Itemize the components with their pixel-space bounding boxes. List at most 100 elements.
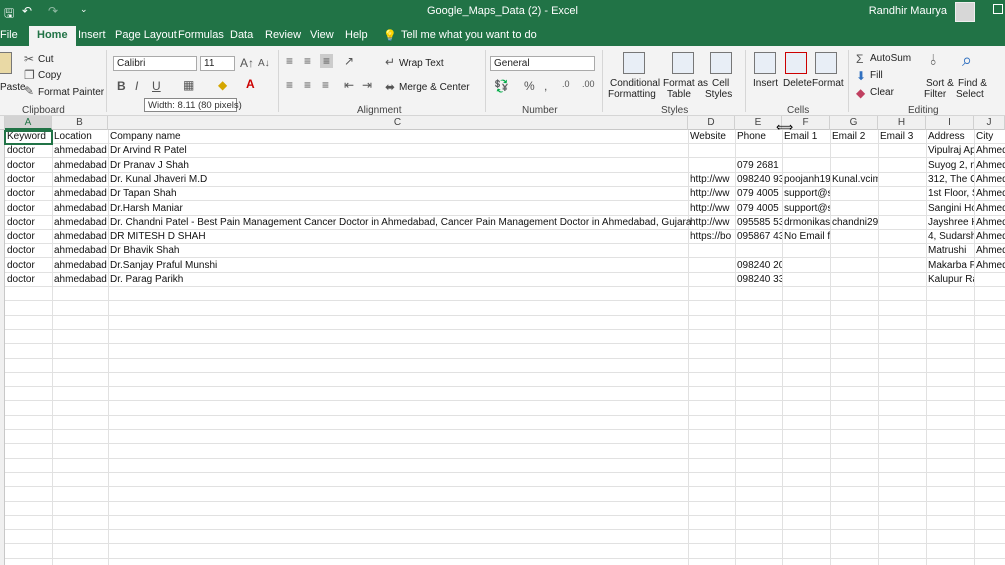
cell-location[interactable]: ahmedabad	[52, 273, 108, 287]
cell-keyword[interactable]: doctor	[5, 159, 52, 173]
font-color-icon[interactable]: A	[246, 77, 255, 91]
cell-email3[interactable]: Email 3	[878, 130, 926, 144]
cell-email2[interactable]	[830, 273, 878, 287]
currency-icon[interactable]: 💱	[494, 79, 509, 93]
font-name-select[interactable]: Calibri	[113, 56, 197, 71]
column-header-a[interactable]: A	[5, 116, 52, 130]
user-name[interactable]: Randhir Maurya	[869, 5, 947, 17]
cell-phone[interactable]: 095585 53	[735, 216, 782, 230]
format-as-table-button[interactable]: Format as	[663, 78, 708, 89]
cell-phone[interactable]: 079 2681 6206	[735, 159, 782, 173]
cell-keyword[interactable]: doctor	[5, 173, 52, 187]
cell-location[interactable]: ahmedabad	[52, 144, 108, 158]
conditional-formatting-label2[interactable]: Formatting	[608, 89, 656, 100]
column-header-d[interactable]: D	[688, 116, 735, 130]
cell-email1[interactable]	[782, 244, 830, 258]
cell-email3[interactable]	[878, 216, 926, 230]
cell-city[interactable]: City	[974, 130, 1005, 144]
cell-city[interactable]: Ahmed	[974, 144, 1005, 158]
cell-address[interactable]: 312, The G	[926, 173, 974, 187]
align-top-icon[interactable]: ≡	[286, 54, 293, 68]
cell-email3[interactable]	[878, 159, 926, 173]
cell-company[interactable]: Dr Tapan Shah	[108, 187, 708, 201]
font-size-select[interactable]: 11	[200, 56, 235, 71]
tab-file[interactable]: File	[0, 29, 18, 41]
cell-styles-button[interactable]: Cell	[712, 78, 729, 89]
cell-email3[interactable]	[878, 144, 926, 158]
comma-icon[interactable]: ,	[544, 79, 547, 93]
cell-email2[interactable]	[830, 159, 878, 173]
cell-phone[interactable]	[735, 144, 782, 158]
cell-keyword[interactable]: doctor	[5, 259, 52, 273]
cell-website[interactable]	[688, 244, 735, 258]
cell-address[interactable]: 4, Sudarsh	[926, 230, 974, 244]
cell-company[interactable]: Dr Arvind R Patel	[108, 144, 708, 158]
cell-website[interactable]	[688, 259, 735, 273]
cell-email2[interactable]	[830, 144, 878, 158]
cell-company[interactable]: Company name	[108, 130, 708, 144]
tell-me-search[interactable]: Tell me what you want to do	[401, 29, 537, 41]
column-header-j[interactable]: J	[974, 116, 1005, 130]
empty-row[interactable]	[0, 488, 1005, 502]
empty-row[interactable]	[0, 516, 1005, 531]
tab-formulas[interactable]: Formulas	[178, 29, 224, 41]
cell-phone[interactable]: 095867 43	[735, 230, 782, 244]
cell-email3[interactable]	[878, 259, 926, 273]
find-select-label2[interactable]: Select	[956, 89, 984, 100]
cell-email2[interactable]	[830, 259, 878, 273]
cell-city[interactable]: Ahmed	[974, 187, 1005, 201]
empty-row[interactable]	[0, 416, 1005, 430]
cell-phone[interactable]: 079 4005	[735, 202, 782, 216]
cell-email2[interactable]	[830, 244, 878, 258]
align-center-icon[interactable]: ≡	[304, 78, 311, 92]
column-header-c[interactable]: C	[108, 116, 688, 130]
empty-row[interactable]	[0, 430, 1005, 445]
empty-row[interactable]	[0, 345, 1005, 359]
empty-row[interactable]	[0, 445, 1005, 459]
empty-row[interactable]	[0, 316, 1005, 330]
cell-location[interactable]: ahmedabad	[52, 173, 108, 187]
cell-phone[interactable]: 098240 20001	[735, 259, 782, 273]
avatar[interactable]	[955, 2, 975, 22]
cell-email1[interactable]	[782, 144, 830, 158]
empty-row[interactable]	[0, 545, 1005, 559]
empty-row[interactable]	[0, 302, 1005, 316]
restore-icon[interactable]	[993, 4, 1003, 14]
cell-company[interactable]: Dr Pranav J Shah	[108, 159, 708, 173]
empty-row[interactable]	[0, 373, 1005, 388]
cell-address[interactable]: Vipulraj Ap	[926, 144, 974, 158]
cell-phone[interactable]: 098240 93	[735, 173, 782, 187]
tab-view[interactable]: View	[310, 29, 334, 41]
cell-company[interactable]: Dr.Sanjay Praful Munshi	[108, 259, 708, 273]
cell-keyword[interactable]: doctor	[5, 273, 52, 287]
borders-icon[interactable]: ▦	[183, 78, 194, 92]
cell-address[interactable]: Address	[926, 130, 974, 144]
empty-row[interactable]	[0, 330, 1005, 345]
cell-company[interactable]: Dr Bhavik Shah	[108, 244, 708, 258]
bold-icon[interactable]: B	[117, 79, 126, 93]
cell-email2[interactable]	[830, 202, 878, 216]
tab-review[interactable]: Review	[265, 29, 301, 41]
align-right-icon[interactable]: ≡	[322, 78, 329, 92]
cell-address[interactable]: 1st Floor, S	[926, 187, 974, 201]
cell-email3[interactable]	[878, 173, 926, 187]
align-bottom-icon[interactable]: ≡	[320, 54, 334, 68]
cell-email1[interactable]: No Email found	[782, 230, 830, 244]
cell-email1[interactable]	[782, 273, 830, 287]
cell-location[interactable]: ahmedabad	[52, 216, 108, 230]
merge-center-button[interactable]: Merge & Center	[399, 82, 470, 93]
empty-row[interactable]	[0, 559, 1005, 565]
cell-city[interactable]: Ahmed	[974, 230, 1005, 244]
cell-location[interactable]: ahmedabad	[52, 259, 108, 273]
cell-location[interactable]: ahmedabad	[52, 187, 108, 201]
cell-website[interactable]: http://ww	[688, 187, 735, 201]
empty-row[interactable]	[0, 387, 1005, 402]
tab-data[interactable]: Data	[230, 29, 253, 41]
cell-phone[interactable]: 098240 33180	[735, 273, 782, 287]
delete-button[interactable]: Delete	[783, 78, 812, 89]
italic-icon[interactable]: I	[135, 79, 138, 93]
format-button[interactable]: Format	[812, 78, 844, 89]
cut-button[interactable]: Cut	[38, 54, 54, 65]
cell-location[interactable]: Location	[52, 130, 108, 144]
cell-website[interactable]	[688, 144, 735, 158]
